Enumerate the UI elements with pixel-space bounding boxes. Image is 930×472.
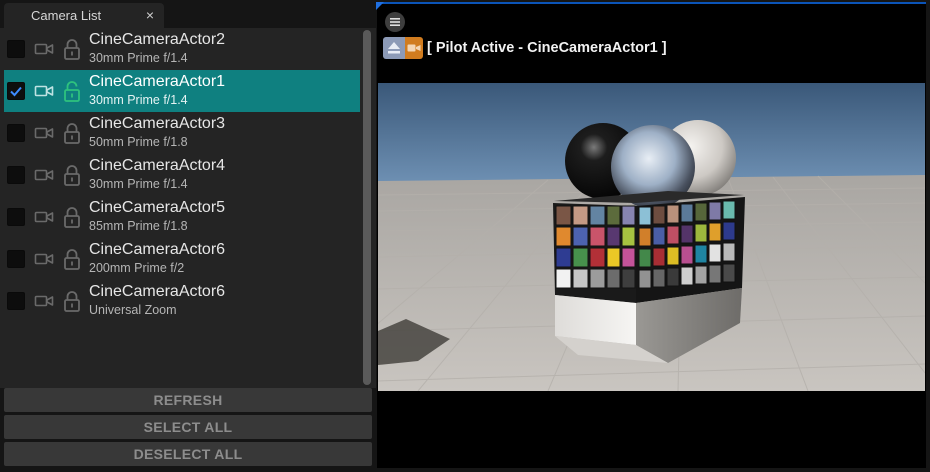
viewport-focus-corner <box>376 2 384 10</box>
video-camera-icon <box>34 211 54 223</box>
video-camera-icon <box>407 44 421 52</box>
camera-lens: 30mm Prime f/1.4 <box>89 51 188 65</box>
camera-lens: 50mm Prime f/1.8 <box>89 135 188 149</box>
camera-row[interactable]: CineCameraActor3 50mm Prime f/1.8 <box>4 112 360 154</box>
tab-title: Camera List <box>31 8 102 23</box>
camera-lens: Universal Zoom <box>89 303 177 317</box>
camera-list-panel: Camera List × CineCameraActor2 30mm Prim… <box>0 0 376 472</box>
camera-checkbox[interactable] <box>7 208 25 226</box>
select-all-button[interactable]: SELECT ALL <box>4 415 372 439</box>
camera-name: CineCameraActor6 <box>89 283 226 300</box>
camera-checkbox[interactable] <box>7 250 25 268</box>
video-camera-icon <box>34 295 54 307</box>
camera-row[interactable]: CineCameraActor6 200mm Prime f/2 <box>4 238 360 280</box>
lock-icon[interactable] <box>63 122 81 144</box>
camera-name: CineCameraActor4 <box>89 157 226 174</box>
hamburger-icon <box>390 18 400 26</box>
camera-list-area: CineCameraActor2 30mm Prime f/1.4 CineCa… <box>0 28 376 388</box>
camera-row[interactable]: CineCameraActor4 30mm Prime f/1.4 <box>4 154 360 196</box>
video-camera-icon <box>34 43 54 55</box>
camera-checkbox[interactable] <box>7 292 25 310</box>
viewport-menu-button[interactable] <box>385 12 405 32</box>
video-camera-icon <box>34 253 54 265</box>
eject-button[interactable] <box>383 37 405 59</box>
scene-render[interactable] <box>378 83 925 391</box>
pilot-status-label: [ Pilot Active - CineCameraActor1 ] <box>427 40 667 56</box>
tab-strip: Camera List × <box>0 0 376 28</box>
camera-checkbox[interactable] <box>7 40 25 58</box>
checkmark-icon <box>10 86 22 97</box>
scrollbar-thumb[interactable] <box>363 30 371 385</box>
camera-name: CineCameraActor3 <box>89 115 226 132</box>
lock-icon[interactable] <box>63 164 81 186</box>
video-camera-icon <box>34 127 54 139</box>
camera-checkbox[interactable] <box>7 166 25 184</box>
lock-icon[interactable] <box>63 38 81 60</box>
close-icon[interactable]: × <box>141 3 159 28</box>
camera-row[interactable]: CineCameraActor2 30mm Prime f/1.4 <box>4 28 360 70</box>
camera-row[interactable]: CineCameraActor5 85mm Prime f/1.8 <box>4 196 360 238</box>
camera-name: CineCameraActor5 <box>89 199 226 216</box>
pilot-camera-button[interactable] <box>405 37 423 59</box>
lock-icon[interactable] <box>63 290 81 312</box>
level-viewport[interactable]: [ Pilot Active - CineCameraActor1 ] <box>376 2 926 468</box>
video-camera-icon <box>34 169 54 181</box>
eject-icon <box>388 42 400 54</box>
camera-lens: 30mm Prime f/1.4 <box>89 177 188 191</box>
camera-lens: 200mm Prime f/2 <box>89 261 185 275</box>
camera-name: CineCameraActor2 <box>89 31 226 48</box>
lock-icon[interactable] <box>63 206 81 228</box>
video-camera-icon <box>34 85 54 97</box>
camera-list: CineCameraActor2 30mm Prime f/1.4 CineCa… <box>4 28 360 322</box>
camera-name: CineCameraActor1 <box>89 73 226 90</box>
lock-icon[interactable] <box>63 248 81 270</box>
camera-name: CineCameraActor6 <box>89 241 226 258</box>
camera-checkbox[interactable] <box>7 82 25 100</box>
unlock-icon[interactable] <box>63 80 81 102</box>
scrollbar-track[interactable] <box>362 28 373 388</box>
camera-row[interactable]: CineCameraActor6 Universal Zoom <box>4 280 360 322</box>
camera-row-selected[interactable]: CineCameraActor1 30mm Prime f/1.4 <box>4 70 360 112</box>
deselect-all-button[interactable]: DESELECT ALL <box>4 442 372 466</box>
camera-checkbox[interactable] <box>7 124 25 142</box>
camera-lens: 30mm Prime f/1.4 <box>89 93 188 107</box>
refresh-button[interactable]: REFRESH <box>4 388 372 412</box>
camera-lens: 85mm Prime f/1.8 <box>89 219 188 233</box>
tab-camera-list[interactable]: Camera List × <box>4 3 164 28</box>
